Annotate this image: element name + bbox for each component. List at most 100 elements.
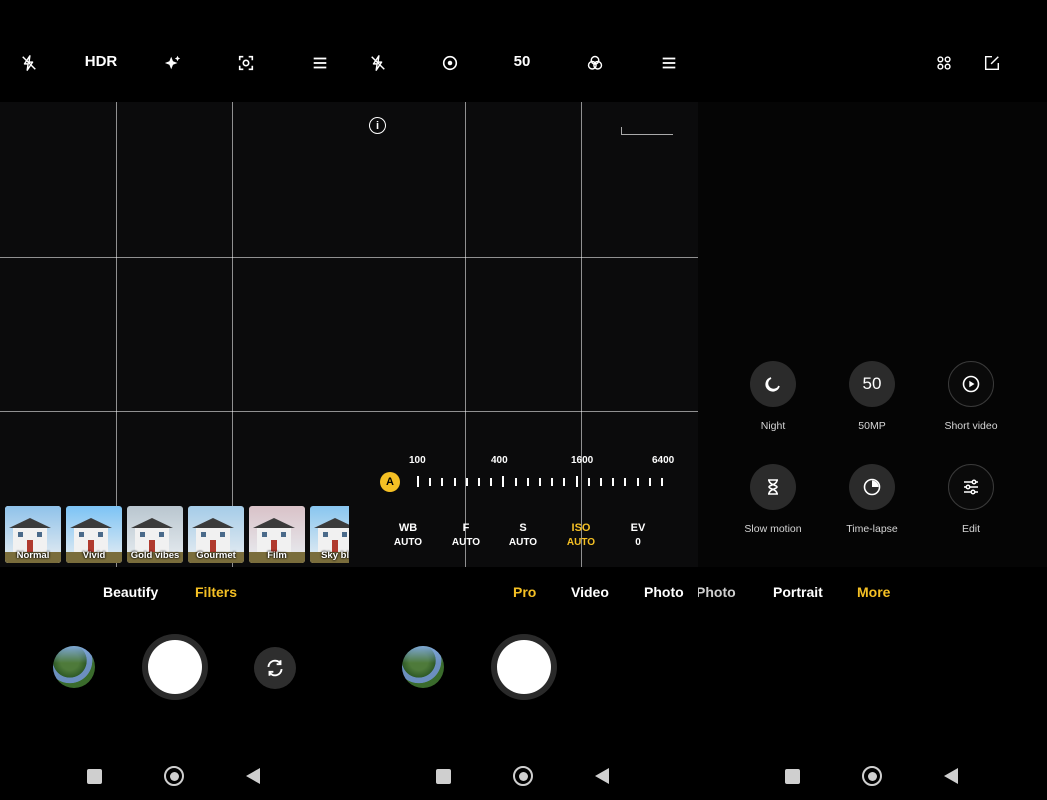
hourglass-icon xyxy=(763,477,783,497)
filter-thumb[interactable]: Normal xyxy=(5,506,61,563)
edit-layout-icon[interactable] xyxy=(979,50,1005,76)
sliders-icon xyxy=(961,477,981,497)
grid-line xyxy=(116,102,117,567)
filter-label: Gold vibes xyxy=(130,550,180,561)
filter-preview-window xyxy=(140,532,145,537)
filter-preview-roof xyxy=(131,518,173,528)
flash-off-icon[interactable] xyxy=(365,50,391,76)
focus-frame-icon[interactable] xyxy=(233,50,259,76)
grid-line xyxy=(349,411,698,412)
mode-tile-edit[interactable]: Edit xyxy=(921,464,1021,535)
mode-pro[interactable]: Pro xyxy=(513,584,536,600)
iso-tick xyxy=(539,478,541,486)
filter-thumb[interactable]: Vivid xyxy=(66,506,122,563)
param-wb[interactable]: WB AUTO xyxy=(388,522,428,548)
filter-thumb[interactable]: Sky blu xyxy=(310,506,349,563)
viewfinder[interactable] xyxy=(349,102,698,567)
iso-tick-label: 400 xyxy=(491,455,508,466)
grid-line xyxy=(581,102,582,567)
filter-thumb[interactable]: Film xyxy=(249,506,305,563)
param-value: AUTO xyxy=(566,537,596,548)
grid-line xyxy=(465,102,466,567)
moon-icon xyxy=(763,374,783,394)
filter-thumb[interactable]: Gourmet xyxy=(188,506,244,563)
iso-tick xyxy=(648,478,651,486)
hdr-toggle[interactable]: HDR xyxy=(81,53,121,70)
flash-off-icon[interactable] xyxy=(16,50,42,76)
recents-button[interactable] xyxy=(785,769,800,784)
mode-photo[interactable]: Photo xyxy=(644,584,684,600)
gallery-thumbnail[interactable] xyxy=(53,646,95,688)
mode-tile-50mp[interactable]: 50 50MP xyxy=(822,361,922,432)
mode-portrait[interactable]: Portrait xyxy=(773,584,823,600)
gallery-thumbnail[interactable] xyxy=(402,646,444,688)
iso-scale[interactable]: A 100 400 1600 6400 xyxy=(349,455,698,495)
param-iso[interactable]: ISO AUTO xyxy=(561,522,601,548)
param-name: EV xyxy=(630,522,646,534)
iso-tick xyxy=(587,478,590,486)
filter-preview-window xyxy=(18,532,23,537)
auto-badge[interactable]: A xyxy=(380,472,400,492)
mode-photo[interactable]: Photo xyxy=(698,584,736,600)
resolution-number: 50 xyxy=(862,374,882,393)
home-button[interactable] xyxy=(164,766,184,786)
metering-icon[interactable] xyxy=(437,50,463,76)
param-name: ISO xyxy=(571,522,591,534)
color-filter-icon[interactable] xyxy=(582,50,608,76)
resolution-toggle[interactable]: 50 xyxy=(502,53,542,70)
param-name: F xyxy=(462,522,470,534)
switch-camera-button[interactable] xyxy=(254,647,296,689)
filter-strip[interactable]: Normal Vivid Gold vibes Gourmet Film Sky blu xyxy=(5,506,349,563)
ai-sparkle-icon[interactable] xyxy=(160,50,186,76)
iso-tick xyxy=(502,476,505,487)
param-ev[interactable]: EV 0 xyxy=(618,522,658,548)
mode-tile-short-video[interactable]: Short video xyxy=(921,361,1021,432)
param-value: AUTO xyxy=(393,537,423,548)
iso-tick xyxy=(636,478,639,486)
back-button[interactable] xyxy=(595,768,609,784)
filter-label: Sky blu xyxy=(321,550,349,561)
mode-tile-time-lapse[interactable]: Time-lapse xyxy=(822,464,922,535)
back-button[interactable] xyxy=(944,768,958,784)
mode-tile-slow-motion[interactable]: Slow motion xyxy=(723,464,823,535)
filter-preview-roof xyxy=(253,518,295,528)
home-button[interactable] xyxy=(513,766,533,786)
grid-apps-icon[interactable] xyxy=(931,50,957,76)
mode-more[interactable]: More xyxy=(857,584,890,600)
filter-preview-roof xyxy=(9,518,51,528)
mode-tile-night[interactable]: Night xyxy=(723,361,823,432)
grid-line xyxy=(0,257,349,258)
tab-filters[interactable]: Filters xyxy=(195,584,237,600)
back-button[interactable] xyxy=(246,768,260,784)
filter-preview-window xyxy=(342,532,347,537)
menu-icon[interactable] xyxy=(656,50,682,76)
param-value: AUTO xyxy=(508,537,538,548)
mode-video[interactable]: Video xyxy=(571,584,609,600)
filter-preview-window xyxy=(201,532,206,537)
recents-button[interactable] xyxy=(87,769,102,784)
home-button[interactable] xyxy=(862,766,882,786)
menu-icon[interactable] xyxy=(307,50,333,76)
tile-label: Slow motion xyxy=(744,523,802,535)
param-f[interactable]: F AUTO xyxy=(446,522,486,548)
filter-preview-window xyxy=(262,532,267,537)
iso-tick xyxy=(624,478,627,486)
shutter-button[interactable] xyxy=(491,634,557,700)
iso-tick-label: 6400 xyxy=(652,455,675,466)
shutter-button[interactable] xyxy=(142,634,208,700)
timer-icon xyxy=(862,477,882,497)
system-nav-bar xyxy=(698,764,1047,788)
tab-beautify[interactable]: Beautify xyxy=(103,584,158,600)
play-icon xyxy=(961,374,981,394)
grid-line xyxy=(232,102,233,567)
iso-tick xyxy=(612,478,615,486)
recents-button[interactable] xyxy=(436,769,451,784)
tile-label: Edit xyxy=(961,523,981,535)
info-icon[interactable]: i xyxy=(369,117,386,134)
viewfinder[interactable] xyxy=(0,102,349,567)
tile-icon-circle xyxy=(948,361,994,407)
system-nav-bar xyxy=(349,764,698,788)
shutter-inner xyxy=(497,640,551,694)
param-s[interactable]: S AUTO xyxy=(503,522,543,548)
filter-thumb[interactable]: Gold vibes xyxy=(127,506,183,563)
